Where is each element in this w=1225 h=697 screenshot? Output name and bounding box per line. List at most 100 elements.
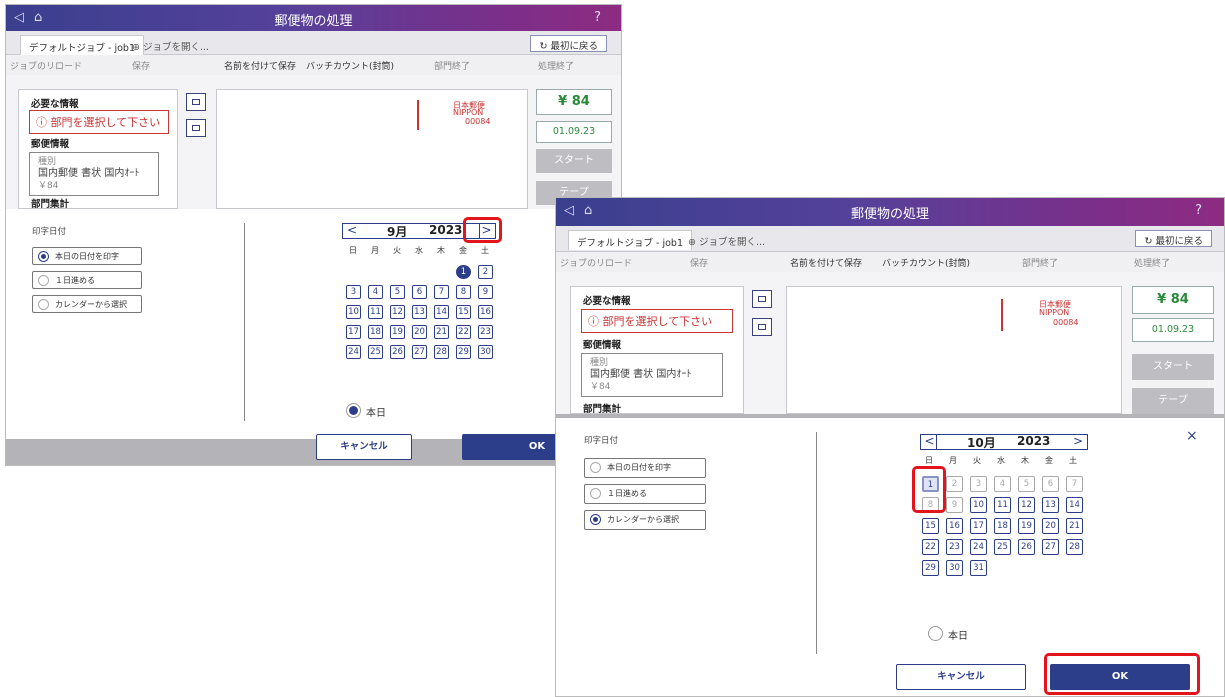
department-required-alert[interactable]: ⓘ 部門を選択して下さい bbox=[581, 309, 733, 333]
calendar-day-16[interactable]: 16 bbox=[946, 518, 963, 534]
calendar-day-18[interactable]: 18 bbox=[368, 325, 383, 339]
calendar-day-7[interactable]: 7 bbox=[434, 285, 449, 299]
prev-month-icon[interactable]: < bbox=[345, 223, 359, 239]
option-select-from-calendar[interactable]: カレンダーから選択 bbox=[584, 510, 706, 530]
envelope-view-button[interactable] bbox=[752, 290, 772, 308]
calendar-day-11[interactable]: 11 bbox=[994, 497, 1011, 513]
calendar-day-17[interactable]: 17 bbox=[346, 325, 361, 339]
calendar-day-2[interactable]: 2 bbox=[946, 476, 963, 492]
calendar-day-30[interactable]: 30 bbox=[946, 560, 963, 576]
calendar-day-22[interactable]: 22 bbox=[456, 325, 471, 339]
menu-batch-count[interactable]: バッチカウント(封筒) bbox=[882, 256, 970, 269]
calendar-day-30[interactable]: 30 bbox=[478, 345, 493, 359]
cancel-button[interactable]: キャンセル bbox=[896, 664, 1026, 690]
calendar-day-6[interactable]: 6 bbox=[1042, 476, 1059, 492]
menu-save[interactable]: 保存 bbox=[132, 59, 150, 72]
calendar-day-15[interactable]: 15 bbox=[922, 518, 939, 534]
mail-type-box[interactable]: 種別 国内郵便 書状 国内ｵｰﾄ ￥84 bbox=[29, 152, 159, 196]
calendar-day-7[interactable]: 7 bbox=[1066, 476, 1083, 492]
option-print-today[interactable]: 本日の日付を印字 bbox=[32, 247, 142, 265]
label-view-button[interactable] bbox=[752, 318, 772, 336]
calendar-day-13[interactable]: 13 bbox=[412, 305, 427, 319]
option-advance-one-day[interactable]: １日進める bbox=[584, 484, 706, 504]
calendar-day-21[interactable]: 21 bbox=[434, 325, 449, 339]
menu-end-department[interactable]: 部門終了 bbox=[434, 59, 470, 72]
calendar-day-17[interactable]: 17 bbox=[970, 518, 987, 534]
prev-month-icon[interactable]: < bbox=[923, 434, 937, 450]
option-advance-one-day[interactable]: １日進める bbox=[32, 271, 142, 289]
calendar-day-3[interactable]: 3 bbox=[346, 285, 361, 299]
label-view-button[interactable] bbox=[186, 119, 206, 137]
tape-button[interactable]: テープ bbox=[1132, 388, 1214, 414]
calendar-day-19[interactable]: 19 bbox=[1018, 518, 1035, 534]
tab-default-job[interactable]: デフォルトジョブ - job1 bbox=[568, 230, 692, 250]
tab-open-job[interactable]: ⊕ ジョブを開く... bbox=[124, 35, 217, 55]
calendar-day-20[interactable]: 20 bbox=[412, 325, 427, 339]
calendar-day-5[interactable]: 5 bbox=[1018, 476, 1035, 492]
calendar-day-29[interactable]: 29 bbox=[456, 345, 471, 359]
menu-save[interactable]: 保存 bbox=[690, 256, 708, 269]
calendar-day-21[interactable]: 21 bbox=[1066, 518, 1083, 534]
back-to-start-button[interactable]: ↻ 最初に戻る bbox=[530, 35, 607, 52]
calendar-day-28[interactable]: 28 bbox=[1066, 539, 1083, 555]
calendar-day-12[interactable]: 12 bbox=[390, 305, 405, 319]
calendar-day-23[interactable]: 23 bbox=[478, 325, 493, 339]
calendar-day-27[interactable]: 27 bbox=[412, 345, 427, 359]
back-to-start-button[interactable]: ↻ 最初に戻る bbox=[1135, 230, 1212, 247]
calendar-day-10[interactable]: 10 bbox=[346, 305, 361, 319]
close-icon[interactable]: × bbox=[1186, 428, 1198, 444]
calendar-day-26[interactable]: 26 bbox=[1018, 539, 1035, 555]
calendar-day-31[interactable]: 31 bbox=[970, 560, 987, 576]
calendar-day-27[interactable]: 27 bbox=[1042, 539, 1059, 555]
print-date[interactable]: 01.09.23 bbox=[1132, 318, 1214, 342]
calendar-day-25[interactable]: 25 bbox=[994, 539, 1011, 555]
calendar-day-4[interactable]: 4 bbox=[994, 476, 1011, 492]
calendar-day-29[interactable]: 29 bbox=[922, 560, 939, 576]
calendar-day-22[interactable]: 22 bbox=[922, 539, 939, 555]
cancel-button[interactable]: キャンセル bbox=[316, 434, 412, 460]
calendar-day-13[interactable]: 13 bbox=[1042, 497, 1059, 513]
calendar-day-18[interactable]: 18 bbox=[994, 518, 1011, 534]
calendar-day-14[interactable]: 14 bbox=[1066, 497, 1083, 513]
calendar-day-14[interactable]: 14 bbox=[434, 305, 449, 319]
help-icon[interactable]: ? bbox=[1195, 203, 1202, 218]
calendar-day-12[interactable]: 12 bbox=[1018, 497, 1035, 513]
menu-save-as[interactable]: 名前を付けて保存 bbox=[790, 256, 862, 269]
calendar-day-9[interactable]: 9 bbox=[478, 285, 493, 299]
start-button[interactable]: スタート bbox=[536, 149, 612, 173]
calendar-day-16[interactable]: 16 bbox=[478, 305, 493, 319]
calendar-day-19[interactable]: 19 bbox=[390, 325, 405, 339]
option-print-today[interactable]: 本日の日付を印字 bbox=[584, 458, 706, 478]
calendar-day-23[interactable]: 23 bbox=[946, 539, 963, 555]
calendar-day-11[interactable]: 11 bbox=[368, 305, 383, 319]
menu-reload-job[interactable]: ジョブのリロード bbox=[10, 59, 82, 72]
calendar-day-4[interactable]: 4 bbox=[368, 285, 383, 299]
menu-end-department[interactable]: 部門終了 bbox=[1022, 256, 1058, 269]
tab-open-job[interactable]: ⊕ ジョブを開く... bbox=[680, 230, 773, 250]
calendar-day-25[interactable]: 25 bbox=[368, 345, 383, 359]
calendar-day-6[interactable]: 6 bbox=[412, 285, 427, 299]
calendar-day-10[interactable]: 10 bbox=[970, 497, 987, 513]
calendar-day-24[interactable]: 24 bbox=[346, 345, 361, 359]
calendar-day-20[interactable]: 20 bbox=[1042, 518, 1059, 534]
department-required-alert[interactable]: ⓘ 部門を選択して下さい bbox=[29, 110, 169, 134]
help-icon[interactable]: ? bbox=[594, 10, 601, 25]
print-date[interactable]: 01.09.23 bbox=[536, 121, 612, 143]
calendar-day-15[interactable]: 15 bbox=[456, 305, 471, 319]
menu-end-processing[interactable]: 処理終了 bbox=[538, 59, 574, 72]
calendar-day-26[interactable]: 26 bbox=[390, 345, 405, 359]
mail-type-box[interactable]: 種別 国内郵便 書状 国内ｵｰﾄ ￥84 bbox=[581, 353, 723, 397]
calendar-day-5[interactable]: 5 bbox=[390, 285, 405, 299]
next-month-icon[interactable]: > bbox=[1071, 434, 1085, 450]
start-button[interactable]: スタート bbox=[1132, 354, 1214, 380]
calendar-day-28[interactable]: 28 bbox=[434, 345, 449, 359]
menu-save-as[interactable]: 名前を付けて保存 bbox=[224, 59, 296, 72]
calendar-day-1[interactable]: 1 bbox=[456, 265, 471, 279]
calendar-day-3[interactable]: 3 bbox=[970, 476, 987, 492]
calendar-day-2[interactable]: 2 bbox=[478, 265, 493, 279]
calendar-day-8[interactable]: 8 bbox=[456, 285, 471, 299]
menu-end-processing[interactable]: 処理終了 bbox=[1134, 256, 1170, 269]
menu-reload-job[interactable]: ジョブのリロード bbox=[560, 256, 632, 269]
envelope-view-button[interactable] bbox=[186, 93, 206, 111]
menu-batch-count[interactable]: バッチカウント(封筒) bbox=[306, 59, 394, 72]
